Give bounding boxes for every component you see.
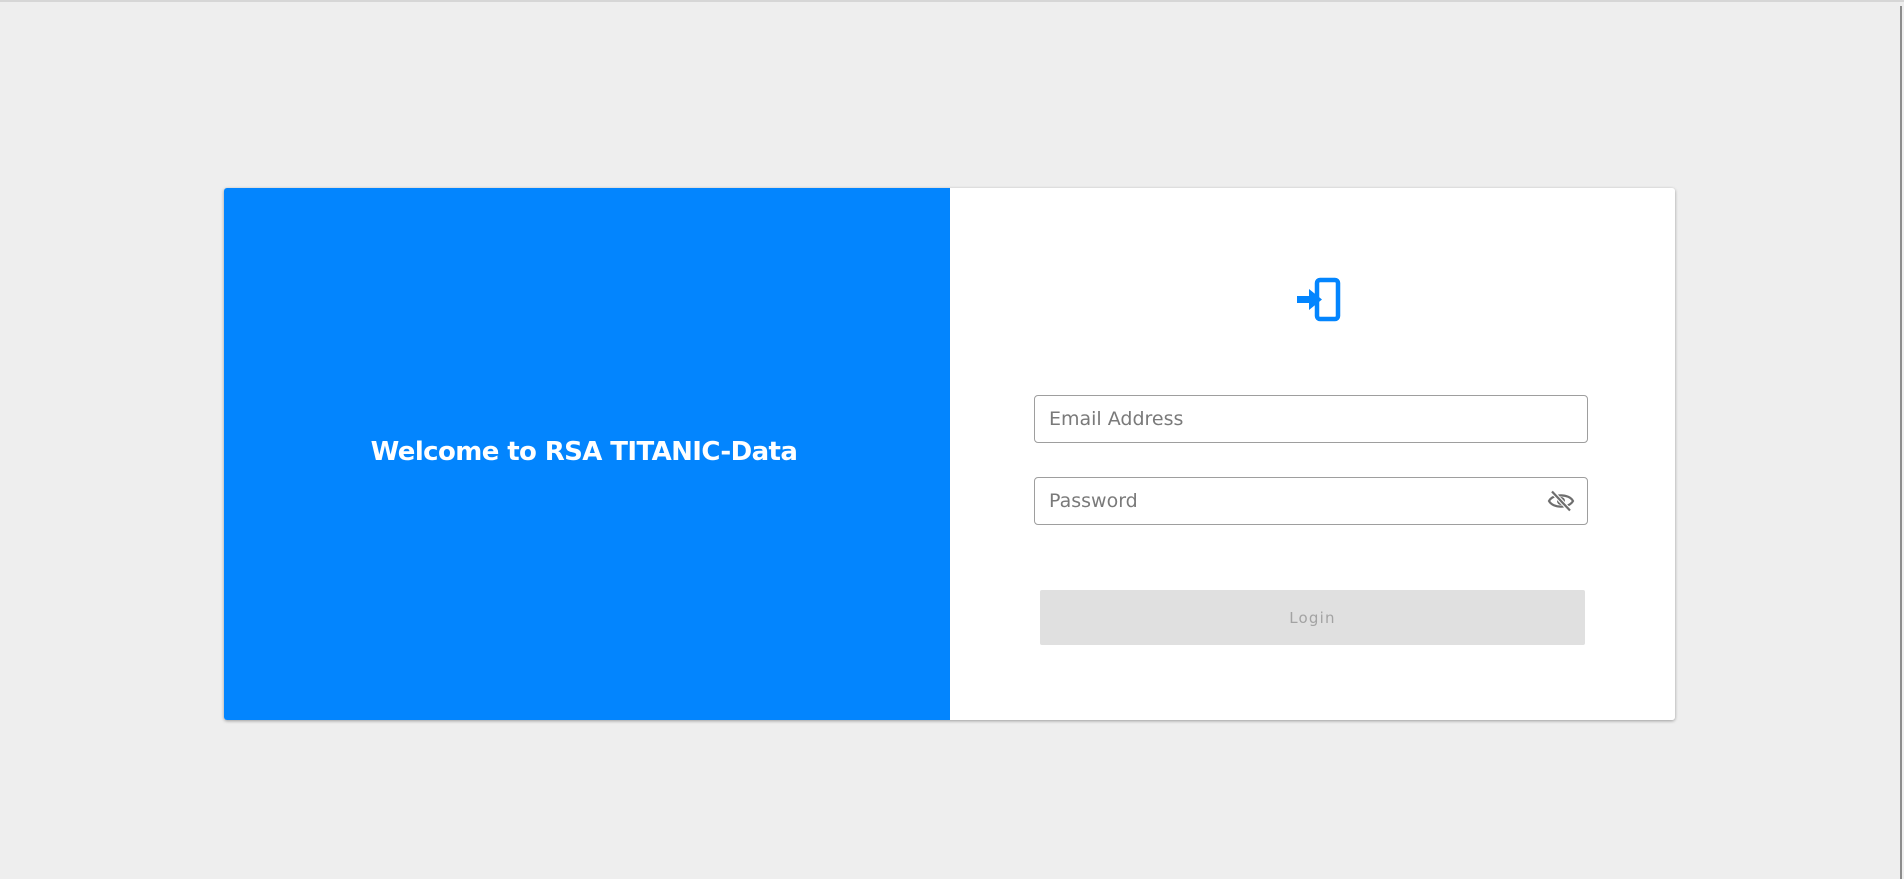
login-panel: Login bbox=[950, 188, 1675, 720]
login-card: Welcome to RSA TITANIC-Data Login bbox=[224, 188, 1675, 720]
login-icon bbox=[1297, 277, 1341, 322]
login-button[interactable]: Login bbox=[1040, 590, 1585, 645]
welcome-panel: Welcome to RSA TITANIC-Data bbox=[224, 188, 950, 720]
email-field[interactable] bbox=[1034, 395, 1588, 443]
password-field[interactable] bbox=[1034, 477, 1588, 525]
password-input[interactable] bbox=[1035, 478, 1587, 524]
eye-off-icon[interactable] bbox=[1547, 489, 1575, 513]
top-border bbox=[0, 0, 1904, 2]
email-input[interactable] bbox=[1035, 396, 1587, 442]
welcome-title: Welcome to RSA TITANIC-Data bbox=[370, 437, 798, 467]
scrollbar[interactable] bbox=[1900, 6, 1902, 879]
